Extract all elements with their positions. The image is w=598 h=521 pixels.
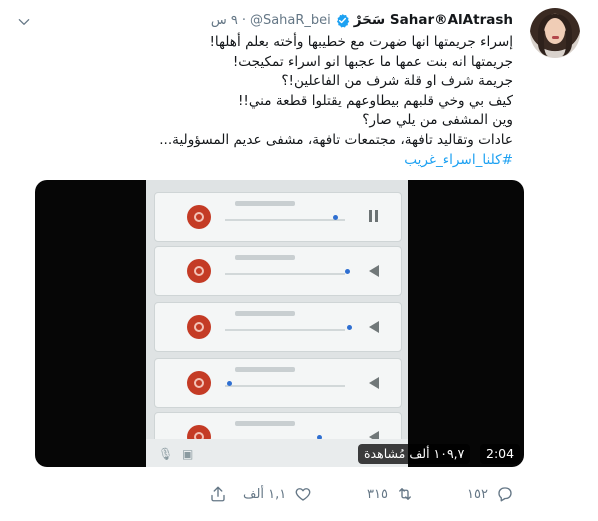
tweet-time[interactable]: ٩ س [211,13,238,28]
play-icon [369,321,379,333]
verified-badge-icon [336,13,349,27]
separator-dot: · [241,12,246,28]
waveform-dot-icon [227,381,232,386]
heart-icon [295,488,311,501]
tweet-line: جريمتها انه بنت عمها ما عجبها انو اسراء … [232,53,513,70]
like-count: ١,١ ألف [243,486,287,502]
duration-badge: 2:04 [480,444,521,464]
retweet-icon [399,488,411,500]
chevron-down-icon[interactable] [17,15,31,29]
voice-message [154,246,402,296]
share-button[interactable] [209,482,227,506]
video-player[interactable]: 🎙 ▣ ١٠٩,٧ ألف مُشاهدة 2:04 [35,180,524,467]
voice-avatar-icon [187,315,211,339]
view-count-badge: ١٠٩,٧ ألف مُشاهدة [358,444,471,464]
tweet-line: عادات وتقاليد تافهة، مجتمعات تافهة، مشفى… [159,131,513,148]
tweet-actions: ١,١ ألف ٣١٥ ١٥٢ [0,482,598,506]
voice-avatar-icon [187,259,211,283]
tweet-line: جريمة شرف او قلة شرف من الفاعلين!؟ [281,73,513,90]
reply-button[interactable]: ١٥٢ [467,482,514,506]
retweet-count: ٣١٥ [367,486,388,502]
waveform-dot-icon [333,215,338,220]
voice-message [154,358,402,408]
voice-avatar-icon [187,371,211,395]
video-frame: 🎙 ▣ [146,180,408,467]
share-icon [211,486,225,502]
play-icon [369,377,379,389]
retweet-button[interactable]: ٣١٥ [367,482,414,506]
tweet-text: إسراء جريمتها انها ضهرت مع خطيبها وأخته … [43,33,513,170]
tweet-line: كيف بي وخي قلبهم بيطاوعهم يقتلوا قطعة من… [237,92,513,109]
waveform-dot-icon [347,325,352,330]
camera-icon: ▣ [182,447,194,461]
author-handle[interactable]: @SahaR_bei [250,13,331,28]
hashtag-link[interactable]: #كلنا_اسراء_غريب [43,151,513,171]
like-button[interactable]: ١,١ ألف [243,482,312,506]
tweet-header: سَحَرْ Sahar®AlAtrash @SahaR_bei · ٩ س [211,10,513,30]
mic-icon: 🎙 [158,447,174,461]
waveform-dot-icon [345,269,350,274]
pause-icon [369,210,378,222]
tweet-line: إسراء جريمتها انها ضهرت مع خطيبها وأخته … [209,34,513,50]
reply-icon [498,487,512,502]
tweet-line: وين المشفى من يلي صار؟ [362,112,513,129]
voice-message [154,192,402,242]
play-icon [369,265,379,277]
voice-message [154,302,402,352]
reply-count: ١٥٢ [467,486,488,502]
tweet[interactable]: سَحَرْ Sahar®AlAtrash @SahaR_bei · ٩ س إ… [0,0,598,521]
author-name[interactable]: سَحَرْ Sahar®AlAtrash [354,12,513,28]
avatar[interactable] [530,8,580,58]
voice-avatar-icon [187,205,211,229]
